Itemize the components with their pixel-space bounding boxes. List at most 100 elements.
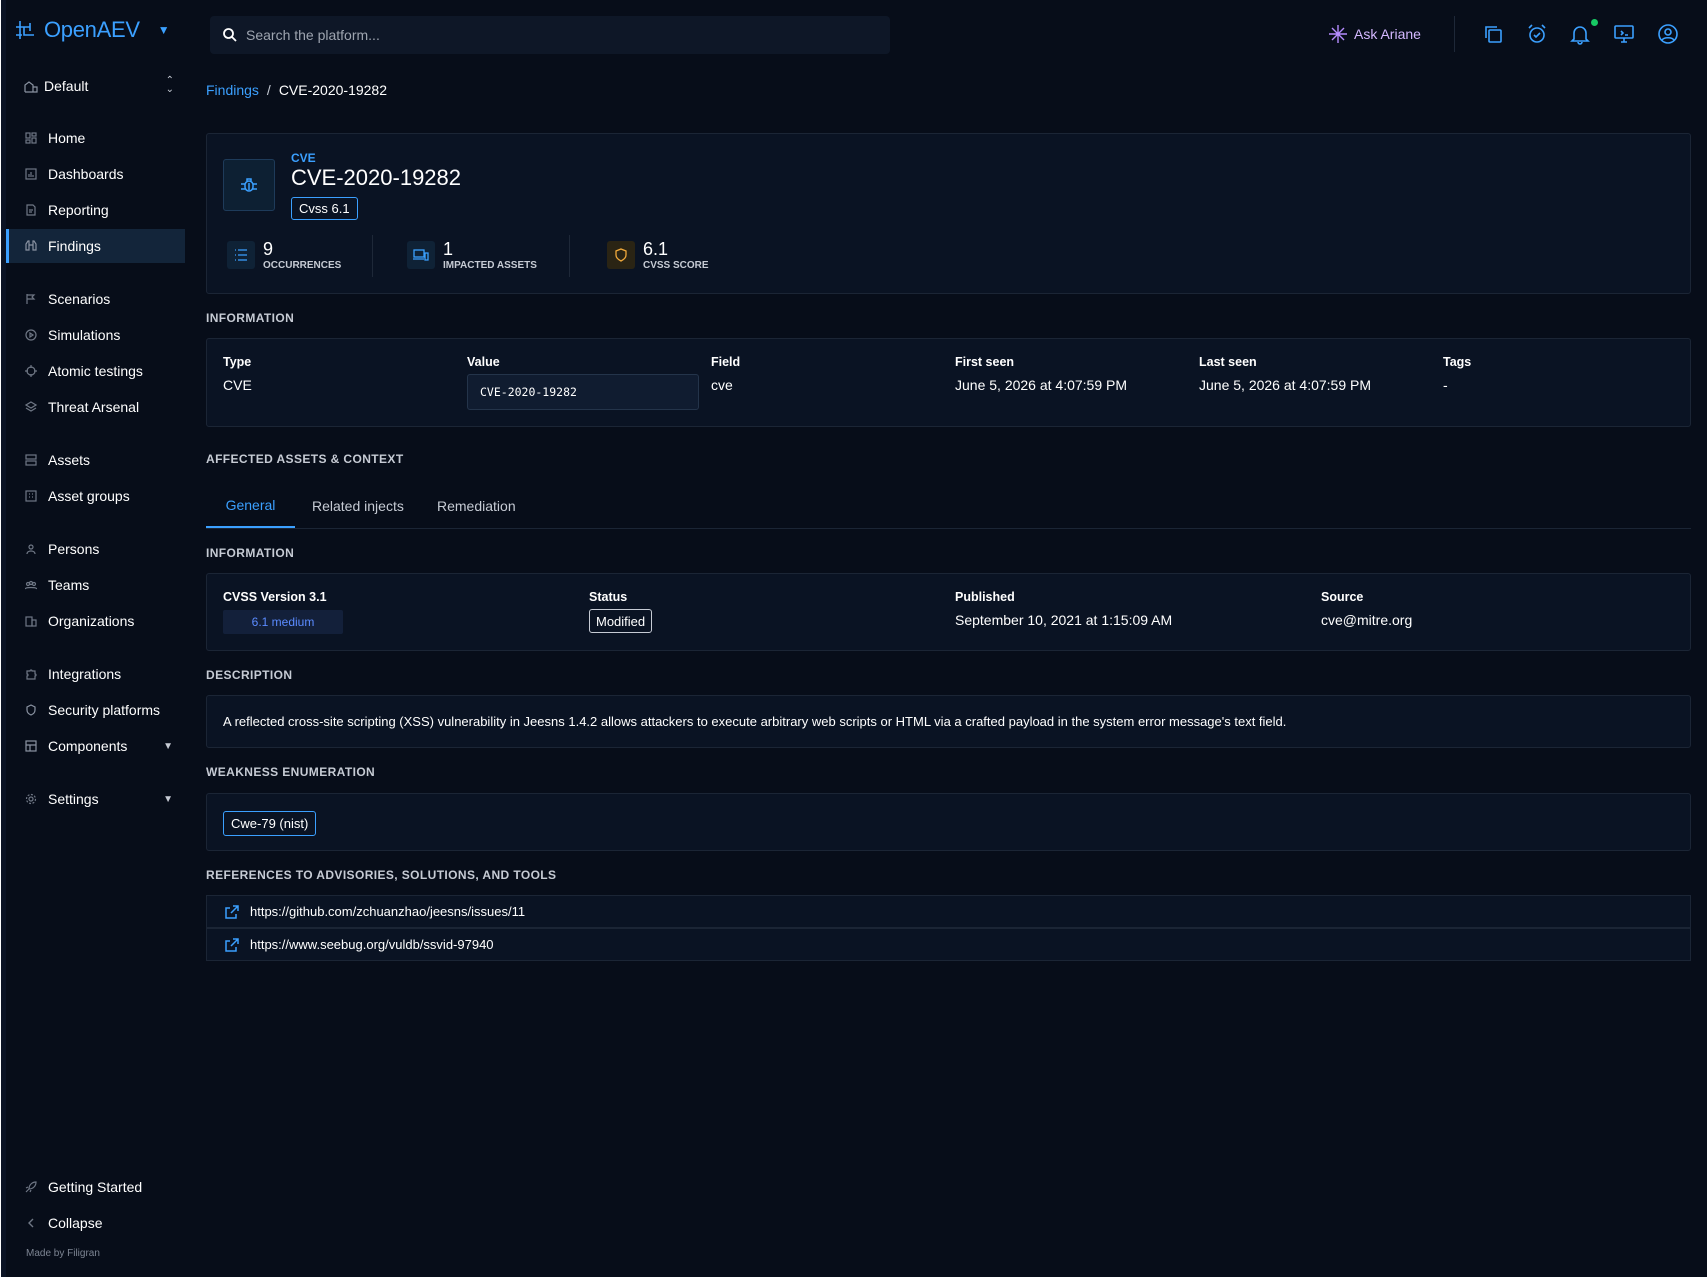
section-title-information: INFORMATION [206, 311, 295, 325]
sidebar-item-components[interactable]: Components ▼ [6, 729, 185, 763]
sidebar-item-integrations[interactable]: Integrations [6, 657, 185, 691]
sidebar-item-scenarios[interactable]: Scenarios [6, 282, 185, 316]
ask-ariane-button[interactable]: Ask Ariane [1328, 24, 1421, 44]
workspace-icon [24, 81, 38, 93]
tab-related-injects[interactable]: Related injects [312, 484, 404, 528]
stat-divider [372, 235, 373, 277]
search-input[interactable] [246, 27, 846, 43]
information-card: Type CVE Value CVE-2020-19282 Field cve … [206, 338, 1691, 427]
components-icon [24, 739, 38, 753]
chevron-down-icon: ▼ [163, 793, 173, 805]
devices-icon [407, 241, 435, 269]
cwe-chip[interactable]: Cwe-79 (nist) [223, 811, 317, 836]
context-tabs: General Related injects Remediation [206, 484, 1691, 529]
reference-link[interactable]: https://github.com/zchuanzhao/jeesns/iss… [250, 904, 525, 919]
external-link-icon [225, 937, 239, 952]
sidebar-item-label: Reporting [48, 202, 109, 218]
sidebar-item-label: Asset groups [48, 488, 130, 504]
grid-icon [24, 489, 38, 503]
bug-icon [241, 178, 257, 192]
first-seen-value: June 5, 2026 at 4:07:59 PM [955, 377, 1128, 393]
notifications-icon[interactable] [1569, 23, 1591, 45]
sidebar-item-label: Persons [48, 541, 100, 557]
server-icon [24, 453, 38, 467]
field-label: Field [711, 355, 741, 369]
sidebar-item-teams[interactable]: Teams [6, 568, 185, 602]
sidebar-item-label: Assets [48, 452, 91, 468]
field-value: cve [711, 377, 733, 393]
sidebar-item-simulations[interactable]: Simulations [6, 318, 185, 352]
first-seen-label: First seen [955, 355, 1015, 369]
finding-title: CVE-2020-19282 [291, 165, 462, 190]
sidebar-collapse-button[interactable]: Collapse [6, 1206, 185, 1240]
play-circle-icon [24, 328, 38, 342]
scenario-icon [24, 292, 38, 306]
workspace-selector[interactable]: Default ⌃ ⌄ [24, 72, 184, 100]
chevron-down-icon: ▼ [163, 740, 173, 752]
stat-occurrences: 9 OCCURRENCES [227, 237, 341, 273]
status-chip: Modified [589, 609, 653, 633]
tab-general[interactable]: General [206, 484, 295, 528]
search-bar[interactable] [210, 16, 890, 54]
caret-down-icon[interactable]: ▼ [158, 23, 170, 37]
breadcrumb-findings-link[interactable]: Findings [206, 82, 259, 98]
sidebar-item-label: Scenarios [48, 291, 111, 307]
unfold-icon: ⌃ ⌄ [165, 75, 174, 95]
reference-link-row[interactable]: https://github.com/zchuanzhao/jeesns/iss… [206, 895, 1691, 928]
ask-ariane-label: Ask Ariane [1354, 26, 1421, 42]
sidebar-item-asset-groups[interactable]: Asset groups [6, 479, 185, 513]
stat-divider [569, 235, 570, 277]
last-seen-value: June 5, 2026 at 4:07:59 PM [1199, 377, 1372, 393]
sidebar: OpenAEV ▼ Default ⌃ ⌄ Home Dashboards Rep… [6, 0, 185, 1277]
alarm-icon[interactable] [1526, 23, 1548, 45]
sidebar-item-reporting[interactable]: Reporting [6, 193, 185, 227]
sidebar-item-settings[interactable]: Settings ▼ [6, 782, 185, 816]
sidebar-item-atomic-testings[interactable]: Atomic testings [6, 354, 185, 388]
sidebar-item-label: Organizations [48, 613, 135, 629]
stat-impacted-assets: 1 IMPACTED ASSETS [407, 237, 537, 273]
tags-label: Tags [1443, 355, 1472, 369]
stat-value: 1 [443, 238, 454, 259]
sidebar-item-threat-arsenal[interactable]: Threat Arsenal [6, 390, 185, 424]
team-icon [24, 578, 38, 592]
section-title-description: DESCRIPTION [206, 668, 293, 682]
sidebar-item-label: Collapse [48, 1215, 103, 1231]
sidebar-item-dashboards[interactable]: Dashboards [6, 157, 185, 191]
sidebar-item-getting-started[interactable]: Getting Started [6, 1170, 185, 1204]
tab-remediation[interactable]: Remediation [437, 484, 516, 528]
published-value: September 10, 2021 at 1:15:09 AM [955, 612, 1173, 628]
search-icon [223, 28, 237, 42]
sidebar-item-security-platforms[interactable]: Security platforms [6, 693, 185, 727]
desktop-icon[interactable] [1613, 23, 1635, 45]
breadcrumb-separator: / [266, 82, 271, 98]
tags-value: - [1443, 377, 1448, 393]
copy-icon[interactable] [1482, 23, 1504, 45]
sidebar-item-persons[interactable]: Persons [6, 532, 185, 566]
external-link-icon [225, 904, 239, 919]
notification-dot [1591, 19, 1598, 26]
account-icon[interactable] [1657, 23, 1679, 45]
reference-link-row[interactable]: https://www.seebug.org/vuldb/ssvid-97940 [206, 928, 1691, 961]
chevron-left-icon [24, 1216, 38, 1230]
app-logo[interactable]: OpenAEV ▼ [14, 14, 170, 46]
sidebar-item-assets[interactable]: Assets [6, 443, 185, 477]
description-text: A reflected cross-site scripting (XSS) v… [223, 714, 1287, 729]
stat-cvss-score: 6.1 CVSS SCORE [607, 237, 709, 273]
sidebar-item-home[interactable]: Home [6, 121, 185, 155]
last-seen-label: Last seen [1199, 355, 1257, 369]
status-label: Status [589, 590, 628, 604]
binoculars-icon [24, 239, 38, 253]
sidebar-item-organizations[interactable]: Organizations [6, 604, 185, 638]
sidebar-item-label: Simulations [48, 327, 121, 343]
published-label: Published [955, 590, 1015, 604]
dashboard-icon [24, 167, 38, 181]
sidebar-item-findings[interactable]: Findings [6, 229, 185, 263]
sidebar-item-label: Threat Arsenal [48, 399, 140, 415]
reference-link[interactable]: https://www.seebug.org/vuldb/ssvid-97940 [250, 937, 494, 952]
report-icon [24, 203, 38, 217]
workspace-name: Default [44, 78, 89, 94]
sidebar-item-label: Findings [48, 238, 101, 254]
stat-value: 9 [263, 238, 274, 259]
sidebar-item-label: Getting Started [48, 1179, 143, 1195]
sparkle-icon [1329, 25, 1347, 43]
